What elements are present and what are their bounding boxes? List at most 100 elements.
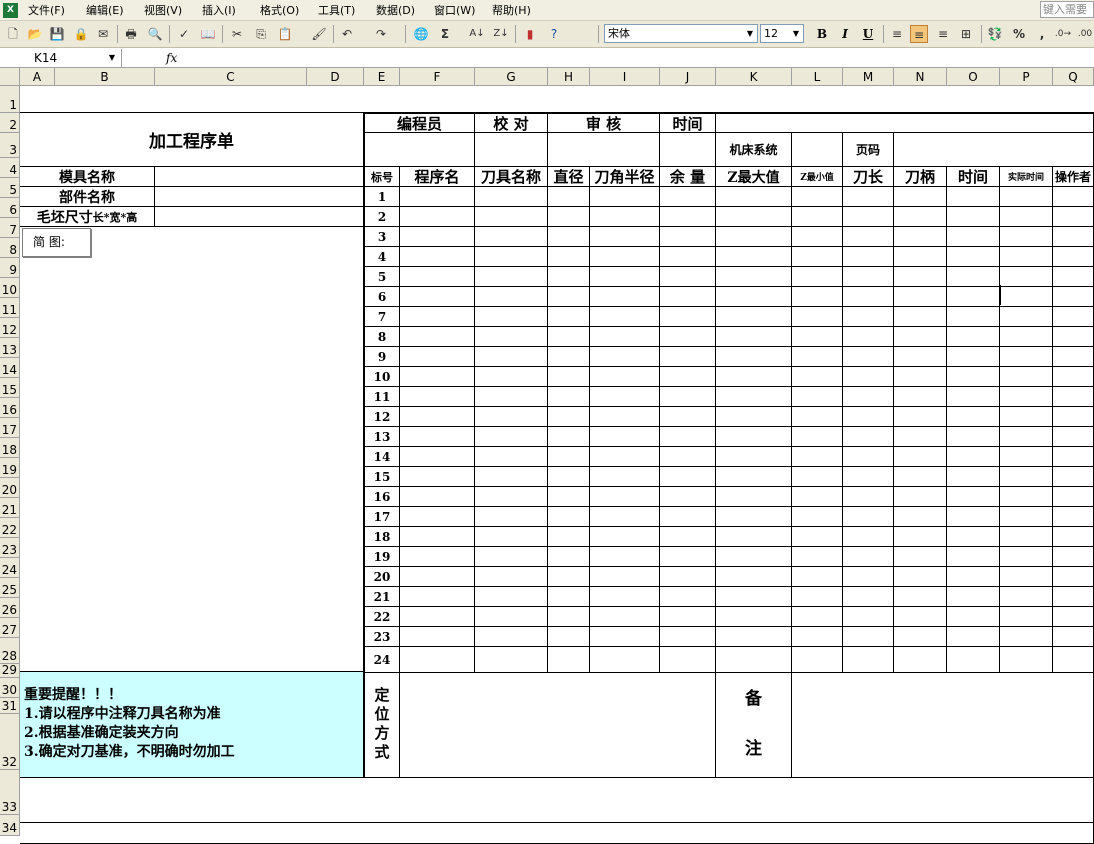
- table-cell-program-name[interactable]: [400, 367, 475, 387]
- table-cell-tool-name[interactable]: [475, 427, 548, 447]
- hyperlink-icon[interactable]: 🌐: [412, 25, 430, 43]
- table-cell-diameter[interactable]: [548, 267, 590, 287]
- table-cell-diameter[interactable]: [548, 507, 590, 527]
- table-cell-operator[interactable]: [1053, 627, 1094, 647]
- row-label-no[interactable]: 22: [364, 607, 400, 627]
- menu-data[interactable]: 数据(D): [376, 3, 415, 18]
- table-cell-time[interactable]: [947, 627, 1000, 647]
- date-value[interactable]: [660, 133, 716, 167]
- print-preview-icon[interactable]: 🔍: [146, 25, 164, 43]
- table-cell-program-name[interactable]: [400, 647, 475, 673]
- table-cell-actual-time[interactable]: [1000, 267, 1053, 287]
- table-cell-allowance[interactable]: [660, 487, 716, 507]
- table-cell-corner-radius[interactable]: [590, 387, 660, 407]
- row-label-no[interactable]: 20: [364, 567, 400, 587]
- row-header-4[interactable]: 4: [0, 158, 20, 178]
- table-cell-actual-time[interactable]: [1000, 327, 1053, 347]
- table-cell-z-max[interactable]: [716, 447, 792, 467]
- row-1-cell[interactable]: [20, 86, 1094, 113]
- table-cell-tool-name[interactable]: [475, 587, 548, 607]
- table-cell-operator[interactable]: [1053, 567, 1094, 587]
- row-label-no[interactable]: 10: [364, 367, 400, 387]
- check-value[interactable]: [475, 133, 548, 167]
- row-header-19[interactable]: 19: [0, 458, 20, 478]
- table-cell-program-name[interactable]: [400, 487, 475, 507]
- remarks-label[interactable]: 备 注: [716, 672, 792, 778]
- table-cell-corner-radius[interactable]: [590, 367, 660, 387]
- table-cell-corner-radius[interactable]: [590, 607, 660, 627]
- table-cell-diameter[interactable]: [548, 447, 590, 467]
- menu-window[interactable]: 窗口(W): [434, 3, 475, 18]
- table-cell-z-min[interactable]: [792, 287, 843, 307]
- table-cell-tool-holder[interactable]: [894, 487, 947, 507]
- row-label-no[interactable]: 7: [364, 307, 400, 327]
- paste-icon[interactable]: 📋: [276, 25, 294, 43]
- save-icon[interactable]: 💾: [48, 25, 66, 43]
- table-cell-tool-holder[interactable]: [894, 467, 947, 487]
- align-left-icon[interactable]: ≡: [888, 25, 906, 43]
- row-header-9[interactable]: 9: [0, 258, 20, 278]
- header-corner-radius[interactable]: 刀角半径: [590, 167, 660, 187]
- table-cell-operator[interactable]: [1053, 247, 1094, 267]
- table-cell-program-name[interactable]: [400, 267, 475, 287]
- table-cell-tool-name[interactable]: [475, 647, 548, 673]
- underline-button[interactable]: U: [859, 25, 877, 43]
- table-cell-tool-name[interactable]: [475, 627, 548, 647]
- table-cell-corner-radius[interactable]: [590, 207, 660, 227]
- table-cell-diameter[interactable]: [548, 307, 590, 327]
- page-no-label[interactable]: 页码: [843, 133, 894, 167]
- row-header-32[interactable]: 32: [0, 714, 20, 770]
- column-header-j[interactable]: J: [660, 68, 716, 86]
- table-cell-program-name[interactable]: [400, 547, 475, 567]
- table-cell-z-min[interactable]: [792, 187, 843, 207]
- table-cell-tool-length[interactable]: [843, 387, 894, 407]
- table-cell-corner-radius[interactable]: [590, 327, 660, 347]
- worksheet-grid[interactable]: ABCDEFGHIJKLMNOPQ 1 2 3 4 5 6 7 8 9 10 11 12 13 14 15 1…: [0, 68, 1094, 844]
- table-cell-tool-length[interactable]: [843, 327, 894, 347]
- table-cell-tool-holder[interactable]: [894, 627, 947, 647]
- table-cell-program-name[interactable]: [400, 447, 475, 467]
- table-cell-corner-radius[interactable]: [590, 227, 660, 247]
- table-cell-tool-holder[interactable]: [894, 447, 947, 467]
- row-header-7[interactable]: 7: [0, 218, 20, 238]
- table-cell-allowance[interactable]: [660, 287, 716, 307]
- autosum-icon[interactable]: Σ: [436, 25, 454, 43]
- table-cell-tool-length[interactable]: [843, 247, 894, 267]
- row-label-no[interactable]: 13: [364, 427, 400, 447]
- table-cell-operator[interactable]: [1053, 447, 1094, 467]
- table-cell-allowance[interactable]: [660, 387, 716, 407]
- italic-button[interactable]: I: [836, 25, 854, 43]
- table-cell-allowance[interactable]: [660, 547, 716, 567]
- print-icon[interactable]: 🖶: [122, 25, 140, 43]
- table-cell-diameter[interactable]: [548, 387, 590, 407]
- row-header-15[interactable]: 15: [0, 378, 20, 398]
- table-cell-tool-length[interactable]: [843, 507, 894, 527]
- table-cell-z-min[interactable]: [792, 387, 843, 407]
- table-cell-program-name[interactable]: [400, 247, 475, 267]
- table-cell-z-min[interactable]: [792, 307, 843, 327]
- table-cell-tool-name[interactable]: [475, 607, 548, 627]
- column-header-q[interactable]: Q: [1053, 68, 1094, 86]
- row-label-no[interactable]: 16: [364, 487, 400, 507]
- row-header-27[interactable]: 27: [0, 618, 20, 638]
- table-cell-allowance[interactable]: [660, 447, 716, 467]
- table-cell-z-max[interactable]: [716, 367, 792, 387]
- table-cell-time[interactable]: [947, 647, 1000, 673]
- table-cell-allowance[interactable]: [660, 467, 716, 487]
- research-icon[interactable]: 📖: [199, 25, 217, 43]
- mold-name-label[interactable]: 模具名称: [20, 167, 155, 187]
- header-time[interactable]: 时间: [947, 167, 1000, 187]
- table-cell-program-name[interactable]: [400, 567, 475, 587]
- table-cell-program-name[interactable]: [400, 587, 475, 607]
- currency-icon[interactable]: 💱: [986, 25, 1004, 43]
- table-cell-actual-time[interactable]: [1000, 467, 1053, 487]
- table-cell-allowance[interactable]: [660, 507, 716, 527]
- table-cell-z-max[interactable]: [716, 547, 792, 567]
- footer-row-34[interactable]: [20, 823, 1094, 844]
- row-header-12[interactable]: 12: [0, 318, 20, 338]
- table-cell-corner-radius[interactable]: [590, 587, 660, 607]
- table-cell-corner-radius[interactable]: [590, 307, 660, 327]
- table-cell-time[interactable]: [947, 507, 1000, 527]
- table-cell-tool-length[interactable]: [843, 607, 894, 627]
- table-cell-z-min[interactable]: [792, 427, 843, 447]
